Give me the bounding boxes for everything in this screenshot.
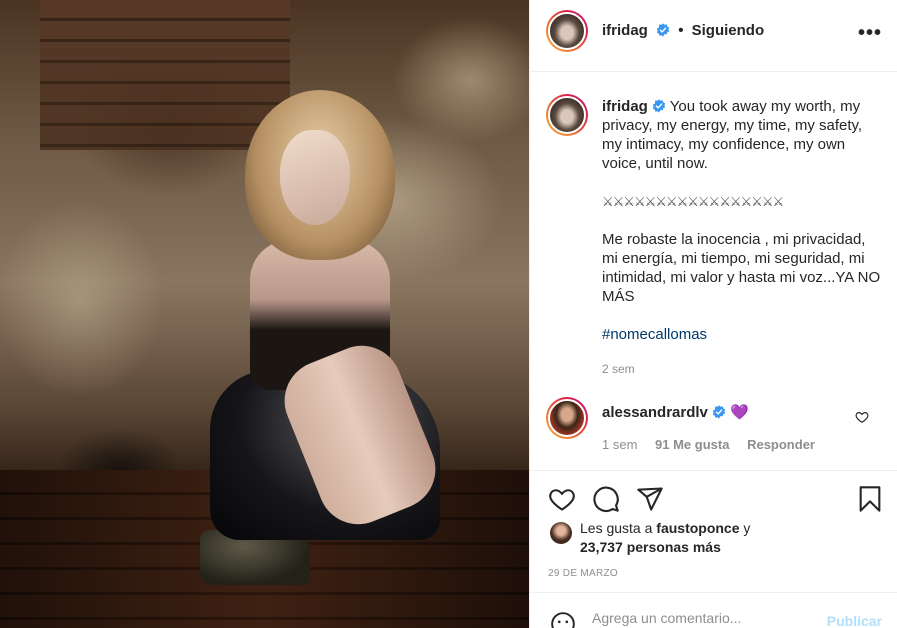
comment-timestamp[interactable]: 1 sem <box>602 437 637 452</box>
comment-meta: 1 sem 91 Me gusta Responder <box>602 437 829 452</box>
like-heart-icon[interactable] <box>548 485 576 513</box>
author-avatar[interactable] <box>546 10 588 52</box>
likes-count[interactable]: 23,737 personas más <box>580 539 721 555</box>
comment-bubble-icon[interactable] <box>592 485 620 513</box>
post-date[interactable]: 29 DE MARZO <box>548 568 618 579</box>
reply-button[interactable]: Responder <box>747 437 815 452</box>
post-header: ifridag • Siguiendo ••• <box>530 0 897 72</box>
post-subject <box>190 90 450 585</box>
comment-like-heart-icon[interactable] <box>855 410 869 424</box>
separator-dot: • <box>678 22 684 39</box>
post-caption: ifridag You took away my worth, my priva… <box>602 97 882 344</box>
share-paper-plane-icon[interactable] <box>636 485 664 513</box>
save-bookmark-icon[interactable] <box>856 485 884 513</box>
publish-button[interactable]: Publicar <box>827 613 882 628</box>
post-side-panel: ifridag • Siguiendo ••• ifridag You took… <box>529 0 897 628</box>
comment: alessandrardlv 💜 <box>602 403 749 421</box>
verified-badge-icon <box>656 23 670 37</box>
comment-likes[interactable]: 91 Me gusta <box>655 437 729 452</box>
caption-author-avatar[interactable] <box>546 94 588 136</box>
post-image[interactable] <box>0 0 529 628</box>
more-options-icon[interactable]: ••• <box>858 22 882 45</box>
following-button[interactable]: Siguiendo <box>692 22 765 39</box>
verified-badge-icon <box>652 99 665 113</box>
caption-username[interactable]: ifridag <box>602 98 648 115</box>
caption-divider: ⚔⚔⚔⚔⚔⚔⚔⚔⚔⚔⚔⚔⚔⚔⚔⚔⚔ <box>602 194 784 209</box>
author-username[interactable]: ifridag <box>602 22 648 39</box>
liker-avatar[interactable] <box>550 522 572 544</box>
comment-input[interactable] <box>592 610 812 626</box>
liker-username[interactable]: faustoponce <box>656 520 739 536</box>
comment-text: 💜 <box>730 404 749 421</box>
verified-badge-icon <box>712 405 726 419</box>
comment-username[interactable]: alessandrardlv <box>602 404 708 421</box>
commenter-avatar[interactable] <box>546 397 588 439</box>
hashtag-link[interactable]: #nomecallomas <box>602 326 707 343</box>
caption-spanish-text: Me robaste la inocencia , mi privacidad,… <box>602 231 881 305</box>
add-comment-bar: Publicar <box>530 592 897 628</box>
caption-timestamp[interactable]: 2 sem <box>602 362 635 376</box>
emoji-smile-icon[interactable] <box>550 611 576 628</box>
